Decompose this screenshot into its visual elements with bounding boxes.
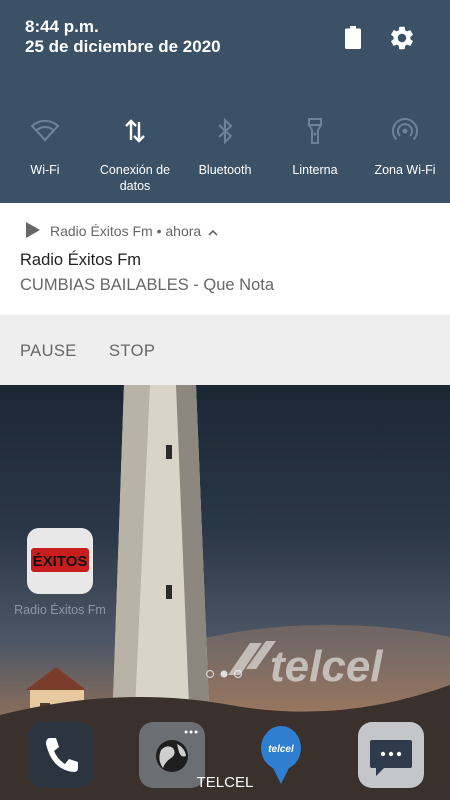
tile-hotspot[interactable]: Zona Wi-Fi — [360, 108, 450, 200]
tile-label: Wi-Fi — [30, 163, 60, 177]
notification-time: ahora — [165, 223, 202, 239]
chevron-up-icon[interactable] — [208, 229, 218, 236]
notification-app-name: Radio Éxitos Fm — [50, 223, 153, 239]
app-label: Radio Éxitos Fm — [14, 603, 106, 617]
radio-exitos-app-icon[interactable]: ÉXITOS — [27, 528, 93, 594]
settings-gear-icon[interactable] — [388, 24, 416, 52]
stop-button[interactable]: STOP — [109, 341, 155, 361]
tile-label: Linterna — [292, 163, 338, 177]
media-notification[interactable]: Radio Éxitos Fm • ahora Radio Éxitos Fm … — [0, 203, 450, 315]
hotspot-icon — [392, 118, 418, 141]
tile-label: Conexión de datos — [99, 163, 171, 193]
notification-actions: PAUSE STOP — [0, 315, 450, 385]
radio-exitos-logo: ÉXITOS — [31, 548, 89, 572]
battery-icon — [345, 26, 361, 49]
flashlight-icon — [307, 118, 323, 144]
status-time: 8:44 p.m. — [25, 17, 99, 36]
tile-wifi[interactable]: Wi-Fi — [0, 108, 90, 200]
tile-label: Zona Wi-Fi — [374, 163, 436, 177]
logo-text: ÉXITOS — [33, 553, 88, 570]
notification-title: Radio Éxitos Fm — [20, 251, 142, 269]
mobile-data-icon — [125, 119, 145, 143]
tile-label: Bluetooth — [198, 163, 252, 177]
telcel-icon-text: telcel — [268, 744, 294, 755]
status-date: 25 de diciembre de 2020 — [25, 37, 221, 56]
wifi-icon — [30, 119, 60, 142]
notification-text: CUMBIAS BAILABLES - Que Nota — [20, 276, 275, 294]
play-icon — [26, 222, 40, 238]
tile-mobile-data[interactable]: Conexión de datos — [90, 108, 180, 200]
telcel-watermark-text: telcel — [270, 642, 383, 691]
tile-bluetooth[interactable]: Bluetooth — [180, 108, 270, 200]
tile-flashlight[interactable]: Linterna — [270, 108, 360, 200]
quick-settings-panel: 8:44 p.m. 25 de diciembre de 2020 Wi-Fi … — [0, 0, 450, 203]
notification-header: Radio Éxitos Fm • ahora — [50, 223, 218, 239]
pause-button[interactable]: PAUSE — [20, 341, 77, 361]
bluetooth-icon — [218, 117, 233, 145]
carrier-label: TELCEL — [196, 774, 254, 791]
